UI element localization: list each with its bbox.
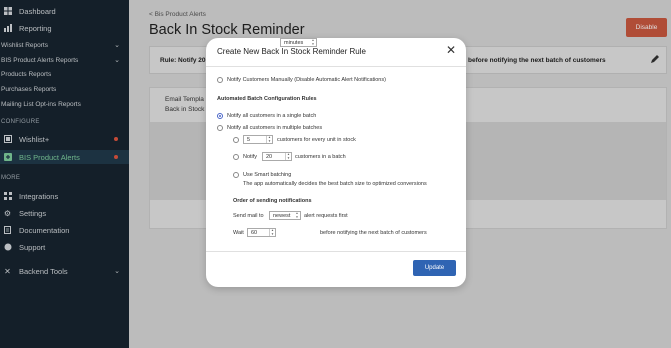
stepper-arrows-icon[interactable]: ▲ ▼ [285,152,291,160]
single-batch-label: Notify all customers in a single batch [227,113,317,119]
send-prefix: Send mail to [233,213,264,219]
per-unit-radio[interactable] [233,137,239,143]
notify-batch-radio[interactable] [233,154,239,160]
update-button[interactable]: Update [413,260,456,276]
wait-stepper[interactable]: 60 ▲ ▼ [247,228,276,237]
per-unit-value: 5 [247,136,251,143]
wait-unit-select[interactable]: minutes ▲ ▼ [280,38,317,47]
manual-label: Notify Customers Manually (Disable Autom… [227,77,386,83]
modal-title: Create New Back In Stock Reminder Rule [217,47,366,56]
wait-value: 60 [251,229,258,236]
send-order-value: newest [273,212,291,219]
per-unit-label: customers for every unit in stock [277,137,356,143]
batch-heading: Automated Batch Configuration Rules [217,96,317,102]
multi-batch-label: Notify all customers in multiple batches [227,125,323,131]
multi-batch-radio[interactable] [217,125,223,131]
wait-unit-value: minutes [284,39,304,46]
create-rule-modal: Create New Back In Stock Reminder Rule ✕… [206,38,466,287]
stepper-arrows-icon[interactable]: ▲ ▼ [266,135,272,143]
single-batch-radio[interactable] [217,113,223,119]
select-arrows-icon: ▲ ▼ [311,38,315,46]
smart-batching-label: Use Smart batching [243,172,292,178]
close-icon[interactable]: ✕ [446,44,456,56]
send-suffix: alert requests first [304,213,348,219]
select-arrows-icon: ▲ ▼ [295,211,299,219]
notify-suffix: customers in a batch [295,154,346,160]
order-heading: Order of sending notifications [233,198,312,204]
manual-radio[interactable] [217,77,223,83]
smart-batching-radio[interactable] [233,172,239,178]
divider [206,66,466,67]
send-order-select[interactable]: newest ▲ ▼ [269,211,301,220]
wait-prefix: Wait [233,230,244,236]
stepper-arrows-icon[interactable]: ▲ ▼ [269,228,275,236]
divider [206,251,466,252]
smart-batching-desc: The app automatically decides the best b… [243,181,427,187]
per-unit-stepper[interactable]: 5 ▲ ▼ [243,135,273,144]
notify-prefix: Notify [243,154,258,160]
wait-suffix: before notifying the next batch of custo… [320,230,427,236]
notify-batch-value: 20 [266,153,273,160]
notify-batch-stepper[interactable]: 20 ▲ ▼ [262,152,292,161]
